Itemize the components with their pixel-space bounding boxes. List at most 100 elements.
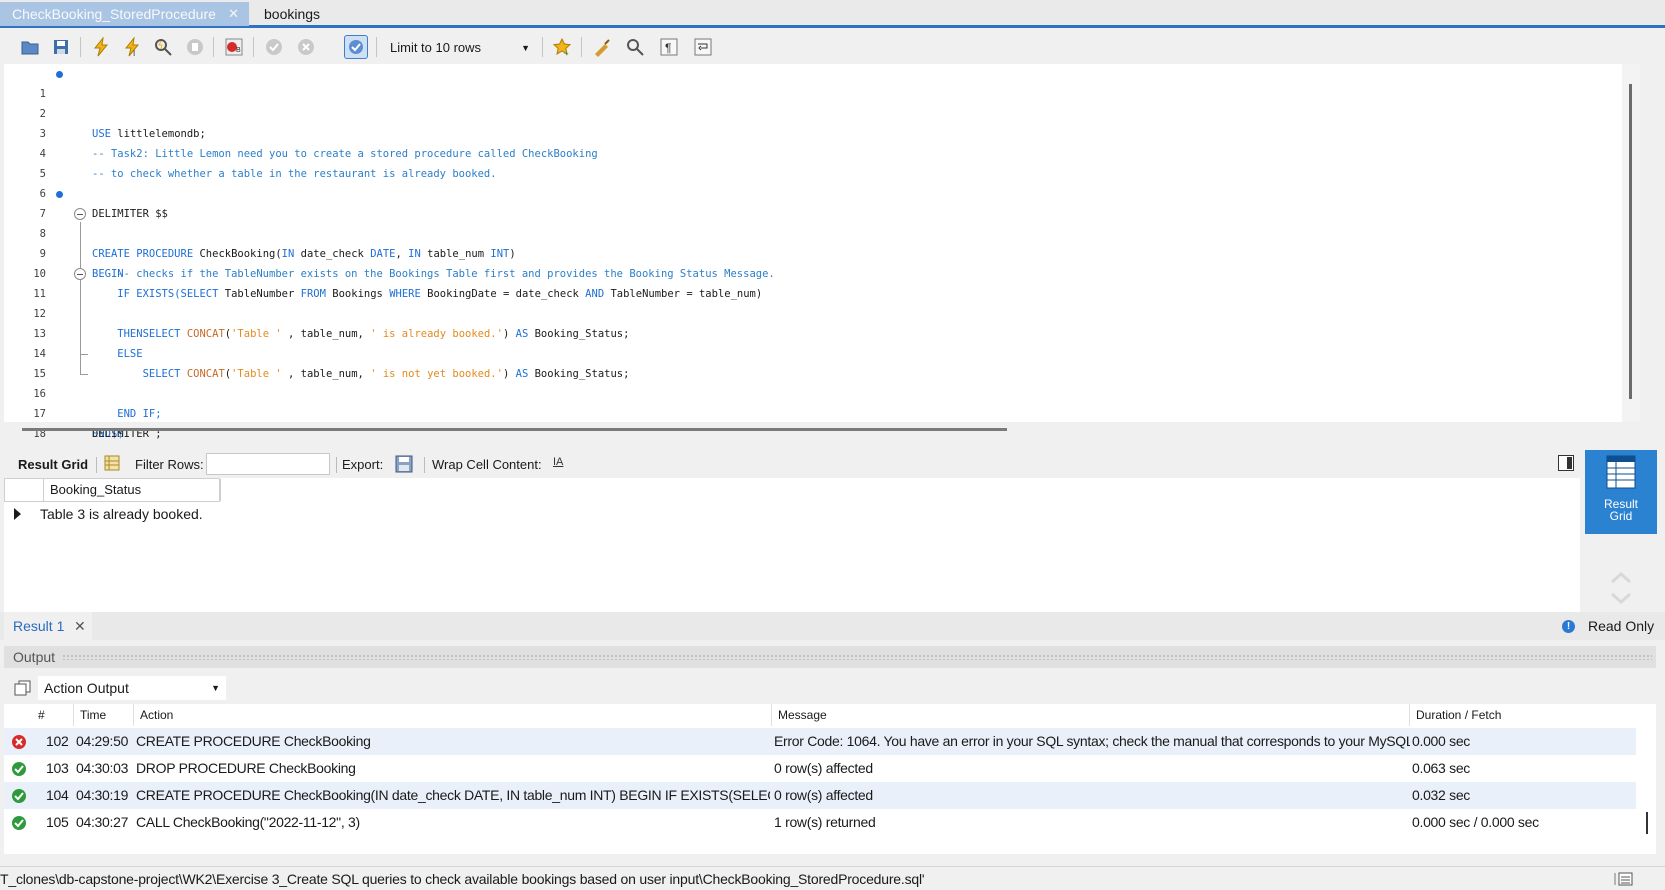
cell-number: 102 [46, 733, 69, 749]
find-icon[interactable] [623, 35, 647, 59]
editor-tab-bar: CheckBooking_StoredProcedure ✕ bookings [0, 0, 1665, 28]
code-line[interactable]: 11 THEN [4, 264, 1620, 340]
cell-duration: 0.000 sec / 0.000 sec [1412, 814, 1539, 830]
limit-rows-value: Limit to 10 rows [390, 40, 482, 55]
toolbar-separator [542, 37, 543, 57]
column-header-number[interactable]: # [34, 704, 74, 726]
panel-layout-icon[interactable] [1614, 871, 1634, 887]
code-line[interactable]: 13 ELSE [4, 304, 1620, 360]
code-line[interactable]: 14 SELECT CONCAT('Table ' , table_num, '… [4, 324, 1620, 380]
chevron-down-icon [1611, 592, 1631, 605]
error-icon [12, 735, 26, 749]
result-grid-icon [1606, 455, 1636, 489]
bookmark-icon[interactable]: + [550, 35, 574, 59]
svg-text:B: B [236, 47, 241, 54]
column-header-booking-status[interactable]: Booking_Status [43, 479, 221, 501]
execute-icon[interactable] [89, 35, 113, 59]
row-pointer-icon [14, 508, 21, 520]
save-icon[interactable] [49, 35, 73, 59]
fold-guide-end [80, 354, 88, 355]
close-icon[interactable]: ✕ [74, 612, 86, 640]
cell-message: Error Code: 1064. You have an error in y… [774, 733, 1410, 749]
grid-cell[interactable]: Table 3 is already booked. [40, 502, 203, 526]
tab-checkbooking[interactable]: CheckBooking_StoredProcedure ✕ [0, 2, 249, 26]
export-icon[interactable] [394, 454, 414, 474]
code-line[interactable]: 10 IF EXISTS(SELECT TableNumber FROM Boo… [4, 244, 1620, 300]
wrap-cell-label: Wrap Cell Content: [432, 457, 542, 472]
commit-icon[interactable] [262, 35, 286, 59]
cell-number: 105 [46, 814, 69, 830]
drag-handle[interactable] [62, 654, 1652, 660]
svg-text:¶: ¶ [665, 41, 671, 55]
toolbar-separator [336, 457, 337, 473]
table-row[interactable]: 105 04:30:27 CALL CheckBooking("2022-11-… [4, 809, 1636, 836]
toggle-error-icon[interactable]: B [222, 35, 246, 59]
output-title: Output [13, 649, 56, 665]
close-tab-icon[interactable]: ✕ [228, 2, 239, 26]
stop-icon[interactable] [183, 35, 207, 59]
result-grid-label[interactable]: Result Grid [18, 457, 88, 472]
toggle-panel-icon[interactable] [1558, 455, 1574, 471]
cell-message: 0 row(s) affected [774, 787, 873, 803]
output-type-select[interactable]: Action Output ▼ [38, 676, 226, 700]
cell-message: 1 row(s) returned [774, 814, 876, 830]
code-line[interactable]: 16 END$$ [4, 364, 1620, 440]
action-output-table[interactable]: # Time Action Message Duration / Fetch 1… [4, 704, 1656, 854]
cell-number: 103 [46, 760, 69, 776]
column-header-message[interactable]: Message [774, 704, 1410, 726]
tab-result-1[interactable]: Result 1 ✕ [4, 612, 92, 640]
autocommit-icon[interactable] [344, 35, 368, 59]
success-icon [12, 816, 26, 830]
cell-duration: 0.000 sec [1412, 733, 1471, 749]
fold-toggle-icon[interactable] [74, 208, 86, 220]
code-line[interactable]: 5 [4, 144, 1620, 180]
column-header-time[interactable]: Time [76, 704, 134, 726]
explain-icon[interactable] [151, 35, 175, 59]
result-grid-side-button[interactable]: Result Grid [1585, 450, 1657, 534]
code-line[interactable]: 4 -- to check whether a table in the res… [4, 124, 1620, 180]
success-icon [12, 789, 26, 803]
output-scrollbar[interactable] [1646, 812, 1648, 834]
code-text: DELIMITER ; [92, 428, 162, 440]
tab-label: Result 1 [13, 618, 65, 634]
sql-editor[interactable]: 1 USE littlelemondb; 2 3 -- Task2: Littl… [4, 64, 1640, 440]
fold-toggle-icon[interactable] [74, 268, 86, 280]
code-line[interactable]: 1 USE littlelemondb; [4, 64, 1620, 140]
tab-label: CheckBooking_StoredProcedure [12, 6, 216, 22]
code-line[interactable]: 7 CREATE PROCEDURE CheckBooking(IN date_… [4, 184, 1620, 260]
column-header-action[interactable]: Action [136, 704, 772, 726]
code-line[interactable]: 18 [4, 404, 1620, 440]
table-row[interactable]: Table 3 is already booked. [4, 502, 220, 526]
grid-layout-icon[interactable] [104, 455, 120, 471]
cell-time: 04:30:19 [76, 787, 129, 803]
code-line[interactable]: 15 END IF; [4, 344, 1620, 420]
tab-bookings[interactable]: bookings [252, 2, 332, 26]
column-header-duration[interactable]: Duration / Fetch [1412, 704, 1636, 726]
filter-rows-input[interactable] [206, 453, 330, 475]
table-row[interactable]: 102 04:29:50 CREATE PROCEDURE CheckBooki… [4, 728, 1636, 755]
invisible-chars-icon[interactable]: ¶ [657, 35, 681, 59]
scroll-arrows[interactable] [1608, 566, 1634, 610]
result-grid[interactable]: Booking_Status Table 3 is already booked… [4, 478, 1580, 612]
copy-icon[interactable] [14, 680, 32, 696]
code-line[interactable]: 9 -- checks if the TableNumber exists on… [4, 224, 1620, 280]
wrap-icon[interactable] [691, 35, 715, 59]
execute-current-icon[interactable]: I [120, 35, 144, 59]
code-line[interactable]: 8 BEGIN [4, 204, 1620, 280]
table-row[interactable]: 104 04:30:19 CREATE PROCEDURE CheckBooki… [4, 782, 1636, 809]
editor-horizontal-scrollbar[interactable] [22, 428, 1007, 431]
open-folder-icon[interactable] [18, 35, 42, 59]
code-line[interactable]: 2 [4, 84, 1620, 120]
limit-rows-select[interactable]: Limit to 10 rows ▼ [384, 37, 536, 59]
beautify-icon[interactable] [590, 35, 614, 59]
output-type-value: Action Output [44, 680, 129, 696]
code-line[interactable]: 17 DELIMITER ; [4, 384, 1620, 440]
cell-action: CREATE PROCEDURE CheckBooking [136, 733, 371, 749]
wrap-cell-icon[interactable]: IA [553, 456, 569, 472]
code-line[interactable]: 12 SELECT CONCAT('Table ' , table_num, '… [4, 284, 1620, 340]
code-line[interactable]: 6 DELIMITER $$ [4, 164, 1620, 220]
table-row[interactable]: 103 04:30:03 DROP PROCEDURE CheckBooking… [4, 755, 1636, 782]
rollback-icon[interactable] [294, 35, 318, 59]
editor-vertical-scrollbar[interactable] [1622, 64, 1640, 422]
code-line[interactable]: 3 -- Task2: Little Lemon need you to cre… [4, 104, 1620, 160]
